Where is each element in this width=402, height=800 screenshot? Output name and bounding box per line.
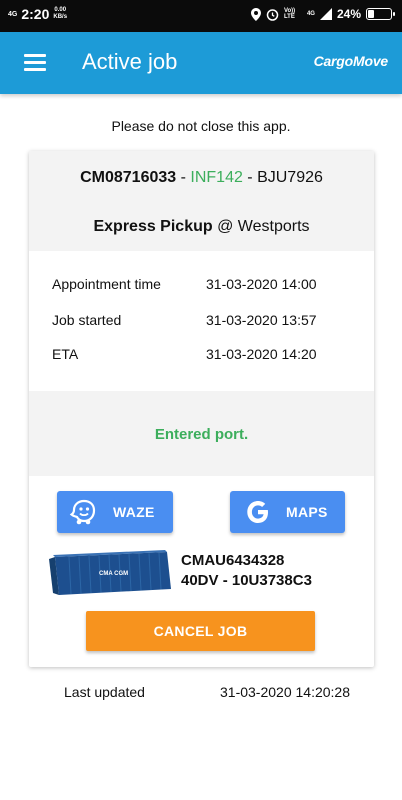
maps-label: MAPS <box>286 504 328 520</box>
maps-button[interactable]: MAPS <box>230 491 345 533</box>
detail-label: Job started <box>52 312 122 328</box>
brand-logo: CargoMove <box>313 53 389 69</box>
battery-icon <box>366 8 395 20</box>
location-icon <box>250 7 261 21</box>
job-header: CM08716033 - INF142 - BJU7926 Express Pi… <box>29 151 374 251</box>
detail-label: ETA <box>52 346 79 362</box>
clock: 2:20 <box>21 6 50 22</box>
alarm-icon <box>266 8 279 21</box>
job-card: CM08716033 - INF142 - BJU7926 Express Pi… <box>29 151 374 667</box>
notice-text: Please do not close this app. <box>111 118 291 134</box>
status-bar: 4G 2:20 0.00 KB/s Vo)) LTE 4G 24% <box>0 0 402 32</box>
network-indicator-right: 4G <box>306 11 315 17</box>
container-info: CMAU6434328 40DV - 10U3738C3 <box>181 551 312 591</box>
status-text: Entered port. <box>154 426 249 443</box>
detail-value: 31-03-2020 14:00 <box>206 276 317 292</box>
waze-icon <box>69 499 96 525</box>
detail-value: 31-03-2020 14:20 <box>206 346 317 362</box>
detail-value: 31-03-2020 13:57 <box>206 312 317 328</box>
network-speed: 0.00 KB/s <box>53 7 68 20</box>
battery-percent: 24% <box>336 7 361 21</box>
signal-icon <box>319 8 332 20</box>
app-bar: Active job CargoMove <box>0 32 402 94</box>
at-sign: @ <box>212 218 238 235</box>
hamburger-icon[interactable] <box>24 54 46 71</box>
container-spec: 40DV - 10U3738C3 <box>181 572 312 589</box>
separator: - <box>242 169 258 186</box>
container-brand-text: CMA CGM <box>99 571 128 577</box>
waze-button[interactable]: WAZE <box>57 491 173 533</box>
job-type-line: Express Pickup @ Westports <box>29 218 374 236</box>
volte-indicator: Vo)) LTE <box>283 8 296 20</box>
job-details: Appointment time 31-03-2020 14:00 Job st… <box>29 251 374 391</box>
last-updated-value: 31-03-2020 14:20:28 <box>220 684 350 700</box>
vehicle-plate: BJU7926 <box>257 169 323 186</box>
cancel-job-button[interactable]: CANCEL JOB <box>86 611 315 651</box>
job-id: CM08716033 <box>80 169 177 186</box>
separator: - <box>176 169 191 186</box>
job-location: Westports <box>237 218 310 235</box>
battery-fill <box>368 10 374 18</box>
google-icon <box>247 501 268 523</box>
waze-label: WAZE <box>113 504 155 520</box>
container-number: CMAU6434328 <box>181 552 285 569</box>
job-type: Express Pickup <box>93 218 213 235</box>
detail-label: Appointment time <box>52 276 161 292</box>
last-updated-label: Last updated <box>64 684 145 700</box>
page-title: Active job <box>82 49 178 74</box>
network-indicator: 4G <box>8 10 18 18</box>
shipping-container-image: CMA CGM <box>49 550 171 595</box>
job-status: Entered port. <box>29 391 374 476</box>
job-ref: INF142 <box>190 169 243 186</box>
job-identifiers: CM08716033 - INF142 - BJU7926 <box>29 169 374 187</box>
